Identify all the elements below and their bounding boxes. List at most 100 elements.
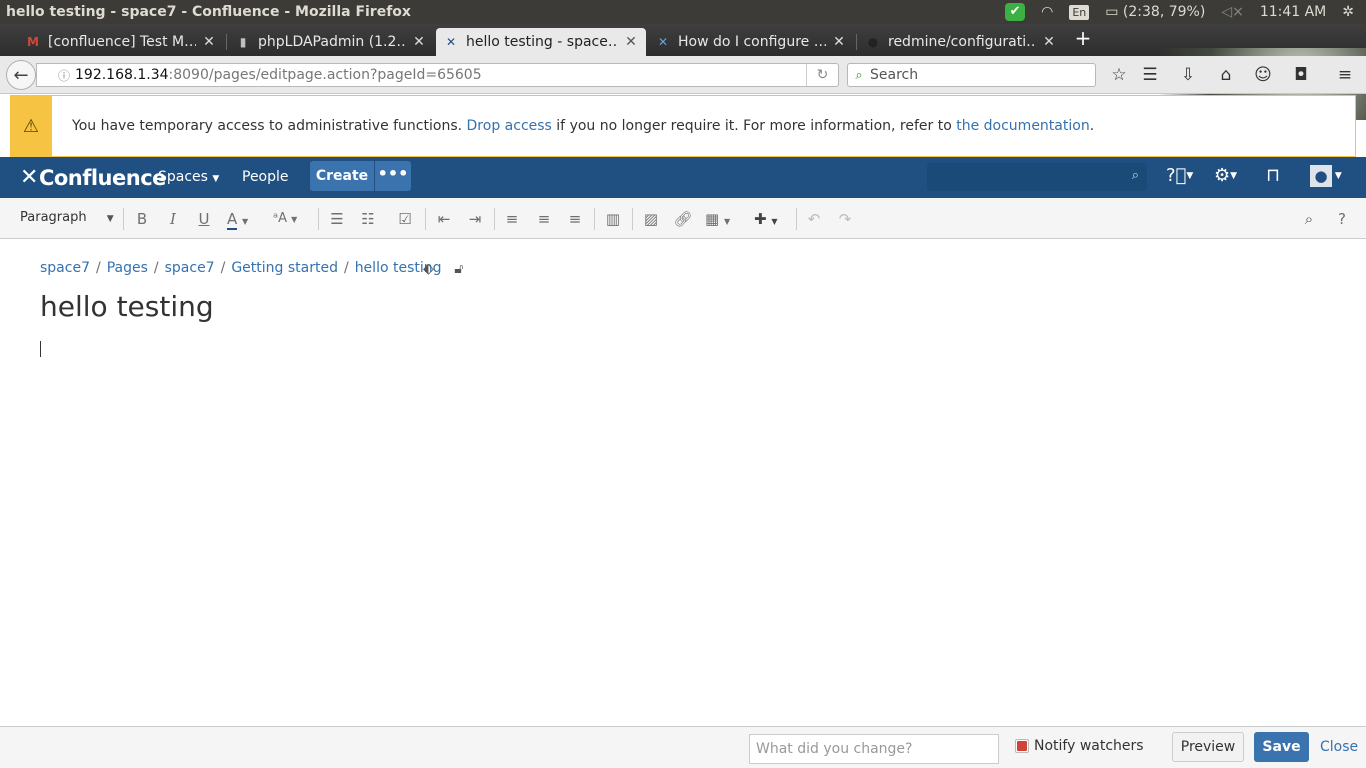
pocket-icon[interactable]: ◘ [1290,65,1312,85]
session-gear-icon[interactable]: ✲ [1342,4,1354,20]
text-formatting-button[interactable]: ᵃA ▼ [273,208,307,230]
page-layout-button[interactable]: ▥ [603,208,623,230]
notify-watchers-label: Notify watchers [1034,738,1144,754]
editor-body[interactable] [40,336,1326,716]
redo-button[interactable]: ↷ [836,208,854,230]
align-center-icon: ≡ [537,210,551,228]
help-menu[interactable]: ?⃝▼ [1166,165,1193,186]
close-icon[interactable]: ✕ [202,34,216,50]
volume-muted-icon[interactable]: ◁× [1221,4,1244,20]
numbered-list-button[interactable]: ☷ [359,208,377,230]
underline-button[interactable]: U [195,208,213,230]
close-icon[interactable]: ✕ [624,34,638,50]
align-center-button[interactable]: ≡ [535,208,553,230]
hello-icon[interactable]: ☺ [1252,65,1274,85]
notifications-button[interactable]: ⊓ [1266,165,1280,186]
browser-search-bar[interactable]: ⌕ Search [847,63,1096,87]
unlock-icon[interactable]: 🔓︎ [454,261,463,277]
confluence-logo[interactable]: ✕ Confluence [20,165,166,190]
tab-label: redmine/configurati… [888,34,1036,50]
chevron-down-icon: ▼ [291,215,298,224]
task-list-button[interactable]: ☑ [396,208,414,230]
page-title[interactable]: hello testing [40,290,214,323]
quick-search-input[interactable]: ⌕ [927,163,1147,191]
create-more-button[interactable]: ••• [375,161,411,191]
battery-icon: ▭ [1105,4,1119,20]
paragraph-style-dropdown[interactable]: Paragraph ▼ [20,210,114,225]
search-engine-icon[interactable]: ⌕ [848,68,870,83]
confluence-logo-icon: ✕ [20,165,38,190]
url-bar[interactable]: ⓘ 192.168.1.34:8090/pages/editpage.actio… [36,63,839,87]
reload-icon[interactable]: ↻ [806,64,838,86]
align-right-button[interactable]: ≡ [566,208,584,230]
chevron-down-icon: ▼ [242,217,249,226]
settings-menu[interactable]: ⚙▼ [1214,165,1237,186]
window-title: hello testing - space7 - Confluence - Mo… [6,4,411,20]
italic-button[interactable]: I [164,208,182,230]
find-replace-button[interactable]: ⌕ [1299,208,1319,230]
wifi-icon[interactable]: ◠ [1041,4,1053,20]
close-link[interactable]: Close [1320,739,1358,755]
info-icon[interactable]: ⓘ [53,67,75,84]
people-link[interactable]: People [242,169,289,185]
insert-table-button[interactable]: ▦ ▼ [705,208,739,230]
undo-button[interactable]: ↶ [805,208,823,230]
bold-button[interactable]: B [133,208,151,230]
user-menu[interactable]: ● ▼ [1310,165,1342,187]
insert-more-button[interactable]: ✚ ▼ [754,208,788,230]
tab-gmail[interactable]: M [confluence] Test M… ✕ [18,28,224,56]
breadcrumb-separator: / [343,260,349,276]
clock[interactable]: 11:41 AM [1260,4,1326,20]
close-icon[interactable]: ✕ [412,34,426,50]
plus-icon: ✚ [754,210,767,228]
bullet-list-icon: ☰ [330,210,344,228]
text-color-button[interactable]: A ▼ [227,208,267,230]
editor-help-button[interactable]: ? [1334,208,1350,230]
save-button[interactable]: Save [1254,732,1309,762]
redo-icon: ↷ [838,210,852,228]
inbox-icon: ⊓ [1266,165,1281,186]
insert-image-button[interactable]: ▨ [641,208,661,230]
chevron-down-icon: ▼ [1230,171,1238,181]
bullet-list-button[interactable]: ☰ [328,208,346,230]
tab-hello-testing[interactable]: ✕ hello testing - space… ✕ [436,28,646,56]
help-icon: ? [1338,210,1346,228]
notify-watchers-checkbox[interactable]: Notify watchers [1015,738,1144,754]
change-comment-input[interactable] [749,734,999,764]
indent-button[interactable]: ⇥ [466,208,484,230]
menu-icon[interactable]: ≡ [1334,65,1356,85]
breadcrumb-space7[interactable]: space7 [40,260,90,276]
breadcrumb-getting-started[interactable]: Getting started [231,260,338,276]
breadcrumb-space7-home[interactable]: space7 [165,260,215,276]
spaces-menu[interactable]: Spaces ▼ [158,169,219,185]
battery-indicator[interactable]: ▭ (2:38, 79%) [1105,4,1205,20]
keyboard-layout[interactable]: En [1069,4,1090,20]
back-arrow-icon: ← [13,64,29,86]
back-button[interactable]: ← [6,60,36,90]
download-icon[interactable]: ⇩ [1177,65,1199,85]
insert-link-button[interactable]: 🔗︎ [673,208,693,230]
tab-redmine[interactable]: ● redmine/configurati… ✕ [858,28,1064,56]
reading-list-icon[interactable]: ☰ [1139,65,1161,85]
create-button[interactable]: Create [310,161,374,191]
tab-how-configure[interactable]: ✕ How do I configure … ✕ [648,28,854,56]
checkbox-checked-icon[interactable] [1015,739,1029,753]
drop-access-link[interactable]: Drop access [467,118,552,134]
tab-phpldapadmin[interactable]: ▮ phpLDAPadmin (1.2… ✕ [228,28,434,56]
update-icon[interactable]: ✔ [1005,3,1026,21]
new-tab-button[interactable]: + [1072,26,1094,50]
align-left-button[interactable]: ≡ [503,208,521,230]
outdent-button[interactable]: ⇤ [435,208,453,230]
home-icon[interactable]: ⌂ [1215,65,1237,85]
github-icon: ● [867,35,879,49]
help-icon: ?⃝ [1166,165,1187,186]
bookmark-star-icon[interactable]: ☆ [1108,65,1130,85]
chevron-down-icon: ▼ [106,214,114,224]
close-icon[interactable]: ✕ [832,34,846,50]
documentation-link[interactable]: the documentation [956,118,1089,134]
breadcrumb-pages[interactable]: Pages [107,260,148,276]
preview-button[interactable]: Preview [1172,732,1244,762]
close-icon[interactable]: ✕ [1042,34,1056,50]
url-path: :8090/pages/editpage.action?pageId=65605 [168,67,482,83]
label-tag-icon[interactable]: ⬖ [423,261,434,277]
